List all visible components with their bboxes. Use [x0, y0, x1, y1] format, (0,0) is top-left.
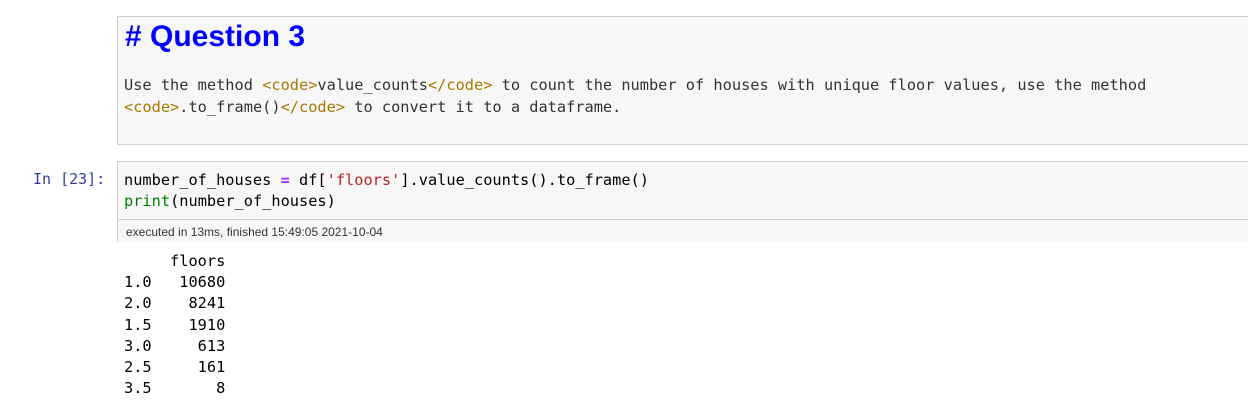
code-tag: <code> — [262, 76, 318, 94]
code-token: number_of_houses — [124, 171, 281, 189]
text-segment: to convert it to a dataframe. — [345, 98, 622, 116]
text-segment: to count the number of houses with uniqu… — [492, 76, 1147, 94]
code-tag: <code> — [124, 98, 180, 116]
markdown-text: Use the method <code>value_counts</code>… — [124, 74, 1146, 118]
execution-info: executed in 13ms, finished 15:49:05 2021… — [126, 225, 383, 239]
text-segment: value_counts — [317, 76, 428, 94]
code-operator: = — [280, 171, 290, 189]
output-row: 2.5 161 — [124, 358, 226, 377]
output-row: 1.0 10680 — [124, 273, 226, 292]
code-builtin: print — [124, 192, 171, 210]
output-row: 2.0 8241 — [124, 294, 226, 313]
code-editor[interactable]: number_of_houses = df['floors'].value_co… — [118, 162, 1248, 219]
execution-info-bar: executed in 13ms, finished 15:49:05 2021… — [118, 219, 1248, 242]
text-segment: Use the method — [124, 76, 263, 94]
code-token: (number_of_houses) — [170, 192, 336, 210]
output-row: 3.0 613 — [124, 336, 226, 355]
code-cell[interactable]: number_of_houses = df['floors'].value_co… — [117, 161, 1248, 242]
code-tag: </code> — [280, 98, 346, 116]
cell-prompt: In [23]: — [33, 170, 106, 188]
code-lines: number_of_houses = df['floors'].value_co… — [124, 170, 649, 212]
code-tag: </code> — [427, 76, 493, 94]
output-row: 3.5 8 — [124, 379, 226, 398]
code-string: 'floors' — [326, 171, 401, 189]
code-token: ].value_counts().to_frame() — [400, 171, 649, 189]
text-segment: .to_frame() — [179, 98, 281, 116]
markdown-cell[interactable]: # Question 3 Use the method <code>value_… — [117, 16, 1248, 145]
output-row: 1.5 1910 — [124, 315, 226, 334]
output-header: floors — [124, 252, 226, 270]
cell-output: floors 1.0 10680 2.0 8241 1.5 1910 3.0 6… — [124, 251, 225, 399]
code-token: df[ — [289, 171, 327, 189]
markdown-heading: # Question 3 — [125, 20, 306, 53]
